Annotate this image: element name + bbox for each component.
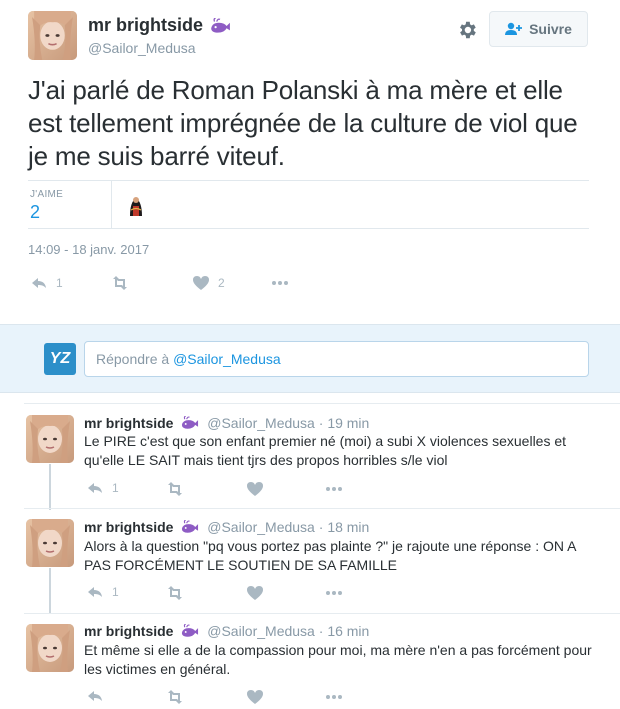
- retweet-icon: [168, 690, 182, 704]
- reply-thread: mr brightside @Sailor_Medusa · 19 min Le…: [0, 393, 620, 709]
- reply-icon: [32, 278, 46, 288]
- tweet-text: Et même si elle a de la compassion pour …: [84, 642, 592, 677]
- like-count: 2: [218, 276, 225, 290]
- avatar[interactable]: [26, 519, 74, 567]
- author-name-row[interactable]: mr brightside: [88, 15, 231, 36]
- retweet-icon: [113, 276, 127, 290]
- retweet-icon: [168, 586, 182, 600]
- more-icon: [326, 487, 342, 491]
- like-button[interactable]: [246, 688, 264, 706]
- whale-emoji-icon: [181, 416, 199, 430]
- reply-button[interactable]: 1: [86, 584, 119, 600]
- author-name[interactable]: mr brightside: [84, 623, 173, 639]
- gear-icon[interactable]: [456, 19, 478, 41]
- author-name[interactable]: mr brightside: [84, 415, 173, 431]
- heart-icon: [193, 276, 209, 290]
- like-button[interactable]: [246, 584, 264, 602]
- tweet-text: Alors à la question "pq vous portez pas …: [84, 538, 576, 573]
- more-button[interactable]: [324, 480, 344, 498]
- thread-connector: [49, 464, 51, 510]
- author-handle[interactable]: @Sailor_Medusa: [207, 519, 315, 535]
- more-icon: [272, 281, 288, 285]
- heart-icon: [247, 482, 263, 496]
- reply-input[interactable]: Répondre à @Sailor_Medusa: [84, 341, 589, 377]
- reply-icon: [88, 587, 102, 597]
- author-name[interactable]: mr brightside: [88, 15, 203, 35]
- liker-avatar[interactable]: [124, 192, 148, 216]
- heart-icon: [247, 690, 263, 704]
- reply-button[interactable]: 1: [86, 480, 119, 496]
- heart-icon: [247, 586, 263, 600]
- tweet-time[interactable]: 19 min: [327, 415, 369, 431]
- follow-label: Suivre: [529, 21, 572, 37]
- likes-label: J'AIME: [30, 189, 64, 200]
- tweet-time[interactable]: 16 min: [327, 623, 369, 639]
- author-handle[interactable]: @Sailor_Medusa: [207, 415, 315, 431]
- reply-button[interactable]: 1: [30, 275, 63, 291]
- tweet-actions: 1 2: [0, 273, 620, 293]
- divider: [24, 403, 620, 404]
- whale-emoji-icon: [210, 18, 231, 34]
- follow-button[interactable]: Suivre: [489, 11, 588, 47]
- divider: [24, 508, 620, 509]
- more-icon: [326, 591, 342, 595]
- tweet-text: Le PIRE c'est que son enfant premier né …: [84, 433, 567, 468]
- more-icon: [326, 695, 342, 699]
- user-avatar[interactable]: YZ: [44, 343, 76, 375]
- whale-emoji-icon: [181, 520, 199, 534]
- reply-icon: [88, 691, 102, 701]
- reply-icon: [88, 483, 102, 493]
- avatar[interactable]: [26, 415, 74, 463]
- author-handle[interactable]: @Sailor_Medusa: [207, 623, 315, 639]
- more-button[interactable]: [270, 274, 290, 292]
- divider: [111, 181, 112, 228]
- tweet-header: mr brightside @Sailor_Medusa · 19 min: [84, 415, 369, 431]
- whale-emoji-icon: [181, 624, 199, 638]
- tweet-timestamp[interactable]: 14:09 - 18 janv. 2017: [28, 242, 149, 257]
- reply-composer: YZ Répondre à @Sailor_Medusa: [0, 324, 620, 393]
- retweet-button[interactable]: [165, 584, 185, 602]
- tweet-text: J'ai parlé de Roman Polanski à ma mère e…: [28, 75, 578, 171]
- retweet-icon: [168, 482, 182, 496]
- reply-count: 1: [112, 585, 119, 599]
- add-user-icon: [505, 22, 523, 35]
- reply-button[interactable]: [86, 688, 112, 704]
- retweet-button[interactable]: [165, 688, 185, 706]
- reply-placeholder: Répondre à: [96, 351, 174, 367]
- author-name[interactable]: mr brightside: [84, 519, 173, 535]
- like-button[interactable]: [246, 480, 264, 498]
- tweet-time[interactable]: 18 min: [327, 519, 369, 535]
- main-tweet: mr brightside @Sailor_Medusa Suivre J'ai…: [0, 0, 620, 324]
- reply-count: 1: [56, 276, 63, 290]
- separator: ·: [318, 415, 324, 431]
- more-button[interactable]: [324, 688, 344, 706]
- retweet-button[interactable]: [165, 480, 185, 498]
- reply-mention: @Sailor_Medusa: [173, 351, 281, 367]
- author-handle[interactable]: @Sailor_Medusa: [88, 40, 196, 56]
- divider: [24, 613, 620, 614]
- separator: ·: [318, 519, 324, 535]
- tweet-header: mr brightside @Sailor_Medusa · 16 min: [84, 623, 369, 639]
- separator: ·: [318, 623, 324, 639]
- retweet-button[interactable]: [110, 274, 138, 292]
- reply-count: 1: [112, 481, 119, 495]
- avatar[interactable]: [28, 11, 77, 60]
- tweet-header: mr brightside @Sailor_Medusa · 18 min: [84, 519, 369, 535]
- divider: [28, 228, 589, 229]
- more-button[interactable]: [324, 584, 344, 602]
- divider: [28, 180, 589, 181]
- like-button[interactable]: 2: [192, 274, 225, 292]
- likes-count[interactable]: 2: [30, 202, 40, 223]
- thread-connector: [49, 568, 51, 614]
- avatar[interactable]: [26, 624, 74, 672]
